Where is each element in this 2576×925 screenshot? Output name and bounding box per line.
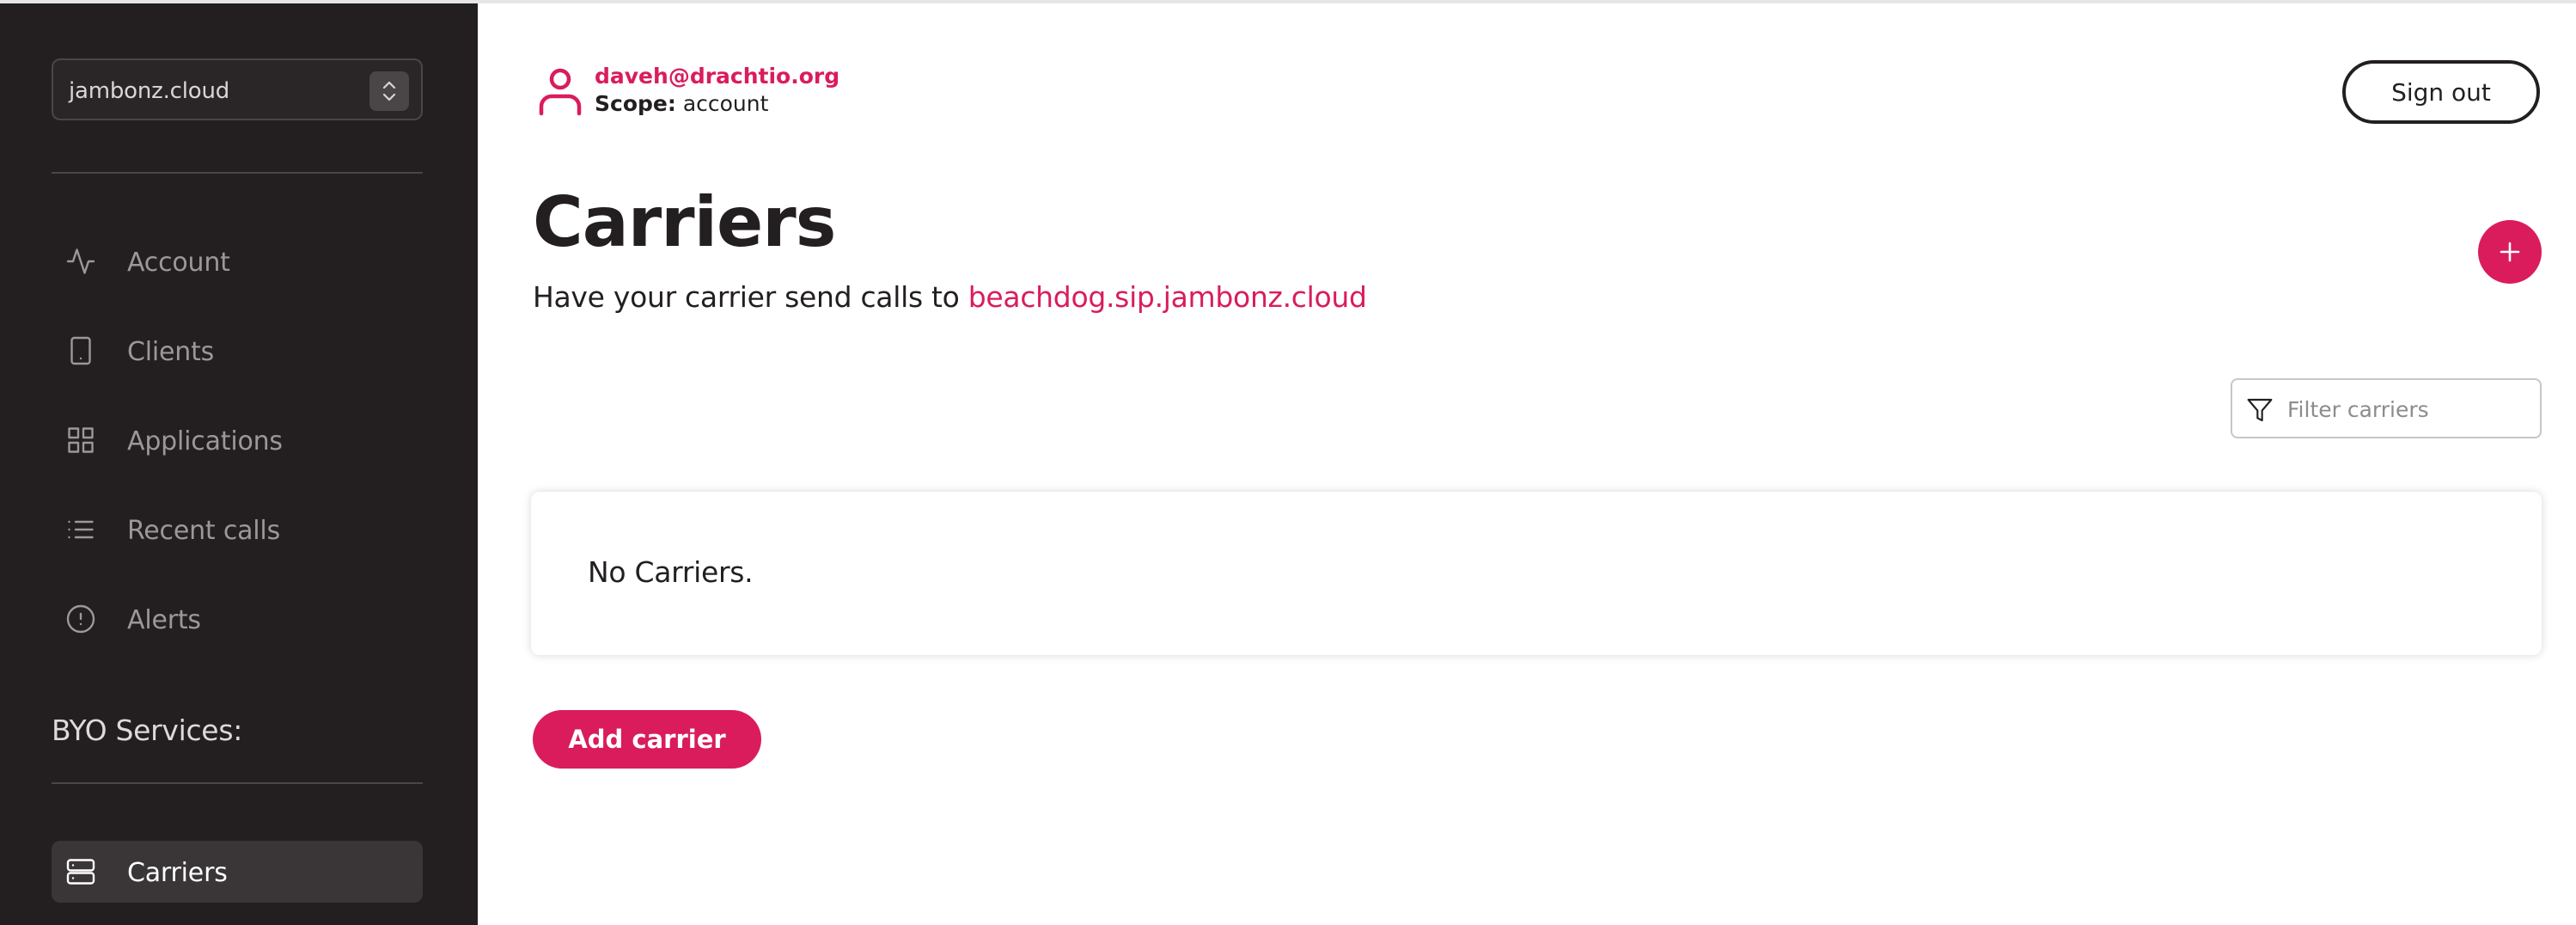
- sidebar-item-label: Applications: [127, 426, 283, 456]
- add-carrier-fab[interactable]: [2478, 220, 2542, 284]
- list-icon: [65, 514, 96, 545]
- user-icon: [536, 65, 584, 117]
- sidebar-item-clients[interactable]: Clients: [52, 320, 423, 382]
- sidebar-item-label: Account: [127, 248, 230, 278]
- page-subtitle: Have your carrier send calls to beachdog…: [533, 280, 1367, 314]
- byo-services-heading: BYO Services:: [52, 714, 243, 747]
- scope-label: Scope:: [595, 91, 676, 116]
- page-title: Carriers: [533, 182, 836, 262]
- carriers-list: No Carriers.: [531, 492, 2542, 655]
- grid-icon: [65, 425, 96, 456]
- sidebar-divider: [52, 172, 423, 174]
- smartphone-icon: [65, 335, 96, 366]
- user-email: daveh@drachtio.org: [595, 64, 840, 89]
- filter-carriers-input[interactable]: [2287, 394, 2528, 425]
- activity-icon: [65, 246, 96, 277]
- sidebar-item-label: Recent calls: [127, 516, 280, 546]
- sidebar-item-label: Alerts: [127, 605, 201, 635]
- sidebar: jambonz.cloud Account Clients Applicatio…: [0, 3, 478, 925]
- filter-icon: [2246, 396, 2274, 427]
- sidebar-item-recent-calls[interactable]: Recent calls: [52, 499, 423, 561]
- sidebar-divider: [52, 782, 423, 784]
- add-carrier-button[interactable]: Add carrier: [533, 710, 761, 769]
- plus-icon: [2500, 242, 2520, 262]
- account-selector[interactable]: jambonz.cloud: [52, 58, 423, 120]
- sign-out-button[interactable]: Sign out: [2342, 60, 2540, 124]
- sidebar-item-label: Carriers: [127, 858, 228, 888]
- sidebar-item-label: Clients: [127, 337, 215, 367]
- sidebar-item-account[interactable]: Account: [52, 230, 423, 292]
- user-scope: Scope: account: [595, 91, 768, 116]
- chevron-up-down-icon[interactable]: [369, 71, 409, 111]
- sip-domain-link: beachdog.sip.jambonz.cloud: [968, 280, 1367, 314]
- sidebar-item-carriers[interactable]: Carriers: [52, 841, 423, 903]
- account-selector-value: jambonz.cloud: [69, 78, 230, 104]
- sidebar-item-alerts[interactable]: Alerts: [52, 588, 423, 650]
- sidebar-item-applications[interactable]: Applications: [52, 409, 423, 471]
- subtitle-text: Have your carrier send calls to: [533, 280, 960, 314]
- server-icon: [65, 856, 96, 887]
- empty-state-text: No Carriers.: [588, 555, 754, 589]
- scope-value: account: [682, 91, 769, 116]
- alert-circle-icon: [65, 603, 96, 634]
- filter-carriers-field[interactable]: [2231, 378, 2542, 438]
